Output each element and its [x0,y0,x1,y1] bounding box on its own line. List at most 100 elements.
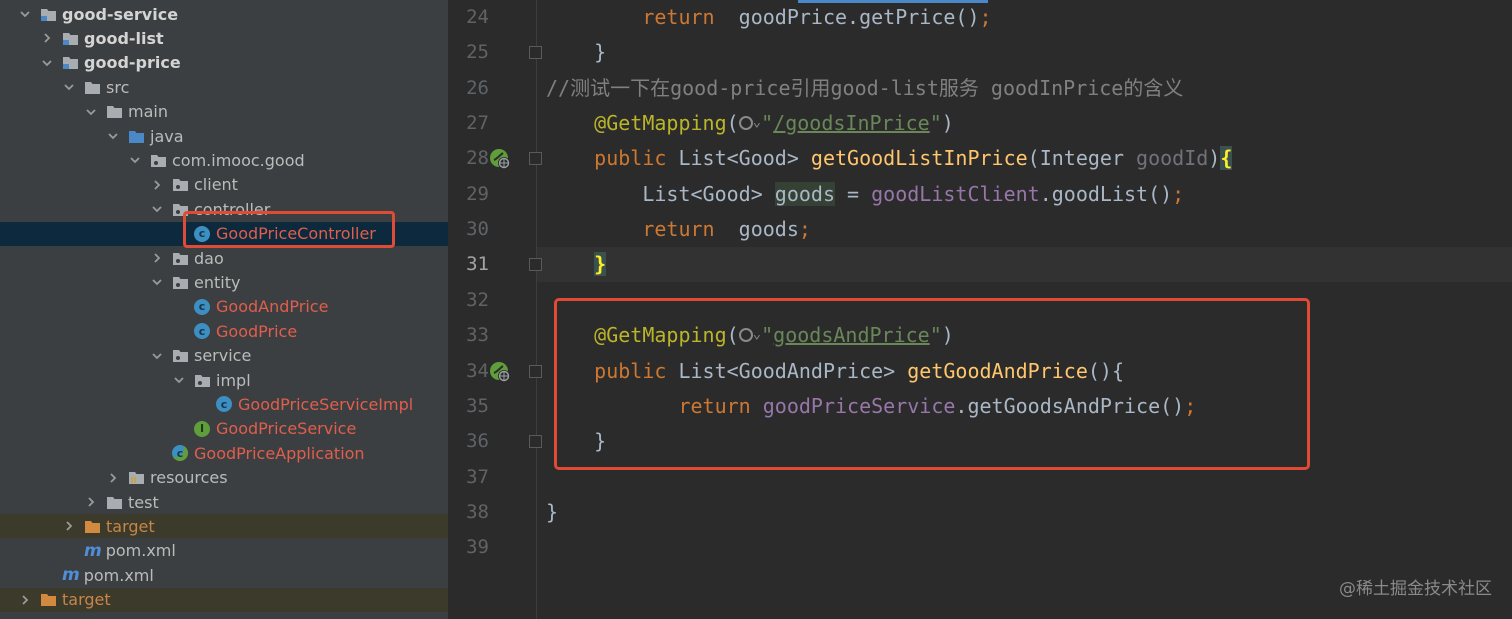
tree-item[interactable]: target [0,514,448,539]
package-icon [172,177,189,192]
code-token: (Integer [1027,146,1137,171]
code-highlight-box [554,298,1310,470]
tree-item-label: pom.xml [83,565,154,585]
tree-item-label: entity [194,272,241,292]
fold-marker-icon[interactable] [529,46,542,60]
code-token: ; [1172,181,1185,206]
tree-item[interactable]: c GoodPrice [0,319,448,343]
tree-item[interactable]: impl [0,368,448,392]
line-number: 38 [466,500,489,523]
tree-item-label: test [128,492,159,512]
chevron-down-icon[interactable] [84,105,98,119]
tree-item[interactable]: client [0,173,448,197]
code-token: List<Good> [546,181,775,206]
package-icon [194,373,211,388]
chevron-right-icon[interactable] [40,31,54,45]
code-line[interactable]: } [546,495,558,530]
tree-item-label: com.imooc.good [172,150,305,170]
code-line[interactable]: } [546,247,607,282]
code-line[interactable]: return goodPrice.getPrice(); [546,0,992,35]
code-token: getGoodListInPrice [810,146,1028,171]
fold-marker-icon[interactable] [529,435,542,449]
code-token: ; [979,5,992,29]
code-line[interactable]: @GetMapping(⌄"/goodsInPrice") [546,106,954,141]
tree-item[interactable]: com.imooc.good [0,148,448,172]
gutter-separator [536,0,537,619]
code-token: return [642,217,715,242]
chevron-down-icon[interactable] [62,80,76,94]
code-line[interactable]: } [546,35,606,70]
tree-item-label: impl [216,370,251,390]
chevron-down-icon[interactable] [106,129,120,143]
tree-item[interactable]: c GoodAndPrice [0,295,448,319]
chevron-down-icon[interactable] [172,373,186,387]
code-token: = [835,181,872,206]
spring-class-icon: c [172,445,188,462]
tree-item[interactable]: c GoodPriceServiceImpl [0,392,448,416]
chevron-right-icon[interactable] [18,593,32,607]
class-icon: c [194,323,210,340]
code-line[interactable]: List<Good> goods = goodListClient.goodLi… [546,177,1184,212]
tree-item[interactable]: c GoodPriceApplication [0,441,448,465]
tree-item[interactable]: main [0,100,448,124]
tree-item[interactable]: I GoodPriceService [0,417,448,441]
code-line[interactable]: //测试一下在good-price引用good-list服务 goodInPri… [546,71,1183,106]
chevron-right-icon[interactable] [106,471,120,485]
watermark: @稀土掘金技术社区 [1339,579,1492,599]
code-line[interactable]: return goods; [546,212,811,247]
spring-endpoint-icon[interactable] [489,148,511,170]
tree-item[interactable]: entity [0,270,448,294]
tree-item[interactable]: good-service [0,2,448,26]
tree-item[interactable]: m pom.xml [0,563,448,587]
fold-marker-icon[interactable] [529,258,542,272]
code-token: return [642,5,715,29]
folder-icon [84,80,101,95]
package-icon [150,153,167,168]
tree-item[interactable]: test [0,490,448,514]
code-token: .goodList() [1039,181,1173,206]
interface-icon: I [194,420,210,437]
chevron-right-icon[interactable] [62,519,76,533]
chevron-right-icon[interactable] [150,178,164,192]
tree-item[interactable]: m pom.xml [0,539,448,563]
chevron-down-icon[interactable] [128,153,142,167]
code-editor[interactable]: 24 return goodPrice.getPrice(); 25 } 26 //测… [449,0,1512,619]
code-line[interactable]: public List<Good> getGoodListInPrice(Int… [546,141,1233,176]
chevron-down-icon[interactable] [150,202,164,216]
chevron-down-icon[interactable] [150,349,164,363]
fold-marker-icon[interactable] [529,152,542,166]
code-token: } [594,252,607,277]
code-token: " [761,111,774,136]
code-token: @GetMapping [594,111,727,136]
tree-item[interactable]: target [0,587,448,612]
line-number: 34 [466,359,489,382]
chevron-down-icon[interactable] [150,275,164,289]
code-token: public [594,146,667,171]
chevron-right-icon[interactable] [150,251,164,265]
chevron-right-icon[interactable] [84,495,98,509]
chevron-down-icon[interactable] [18,7,32,21]
tree-item[interactable]: src [0,75,448,99]
tree-item[interactable]: java [0,124,448,148]
tree-item[interactable]: resources [0,466,448,490]
tree-item-label: client [194,175,238,195]
code-token: goods [714,217,799,242]
fold-marker-icon[interactable] [529,364,542,378]
tree-item-label: resources [150,468,228,488]
spring-endpoint-icon[interactable] [489,361,511,383]
line-number: 27 [466,112,489,135]
code-token: /goodsInPrice [773,111,930,136]
module-folder-icon [40,7,57,22]
tree-item-label: good-service [62,4,179,24]
tree-item[interactable]: dao [0,246,448,270]
code-token: goods [774,181,835,206]
chevron-down-icon[interactable] [40,56,54,70]
tree-item[interactable]: good-list [0,26,448,50]
tree-item-label: target [106,516,155,536]
tree-item[interactable]: good-price [0,51,448,75]
tree-item[interactable]: service [0,344,448,368]
module-folder-icon [62,31,79,46]
